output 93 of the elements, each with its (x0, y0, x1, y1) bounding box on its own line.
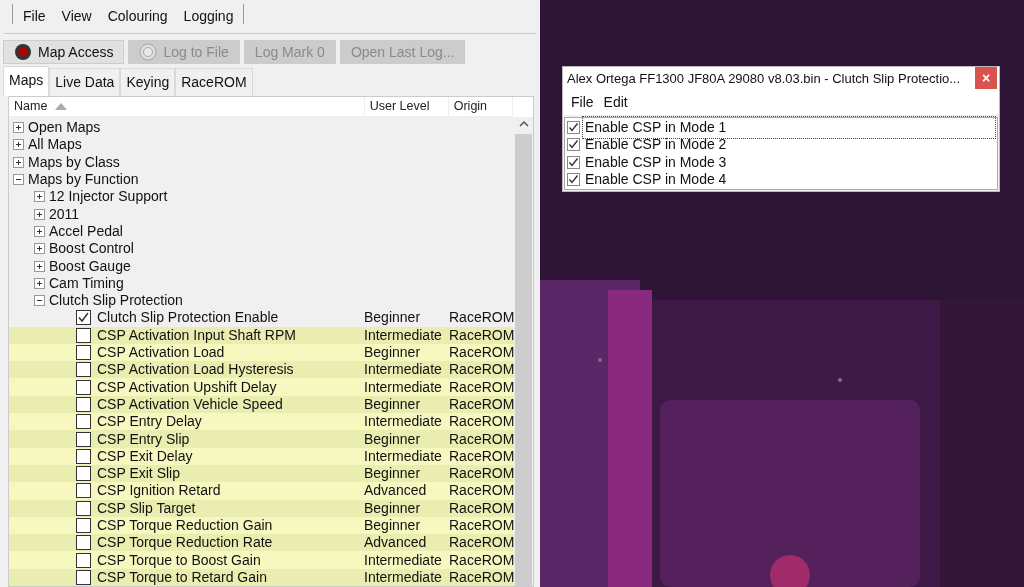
highlighted-row[interactable]: CSP Torque Reduction Rate Advanced RaceROM (9, 534, 514, 552)
checkbox[interactable] (76, 500, 91, 516)
table-cell-text: Intermediate (364, 377, 443, 397)
highlighted-row[interactable]: Clutch Slip Protection Enable Beginner RaceROM (9, 309, 514, 327)
expand-icon[interactable] (34, 225, 45, 237)
table-cell-text: RaceROM (449, 308, 514, 328)
table-cell-text: RaceROM (449, 360, 514, 380)
expand-icon[interactable] (13, 156, 24, 168)
checkbox[interactable] (76, 362, 91, 378)
close-button[interactable]: × (975, 67, 997, 90)
checkbox[interactable] (76, 569, 91, 585)
tab[interactable]: Keying (120, 68, 176, 96)
highlighted-row[interactable]: CSP Torque to Boost Gain Intermediate RaceROM (9, 551, 514, 569)
table-cell-text: RaceROM (449, 550, 514, 570)
column-label: User Level (369, 98, 430, 116)
table-cell-text: RaceROM (449, 533, 514, 553)
checkbox[interactable] (76, 310, 91, 326)
toolbar-button[interactable]: Map Access (3, 40, 125, 64)
checkbox[interactable] (76, 448, 91, 464)
table-cell-text: Intermediate (364, 325, 443, 345)
window-title: Alex Ortega FF1300 JF80A 29080 v8.03.bin - Clutch Slip Protectio... (567, 69, 962, 88)
table-cell-text: Intermediate (364, 567, 443, 586)
expand-icon[interactable] (34, 191, 45, 203)
collapse-icon[interactable] (34, 295, 45, 307)
table-cell-text: Beginner (364, 498, 422, 518)
menu-item[interactable]: Colouring (99, 4, 176, 29)
expand-icon[interactable] (13, 139, 24, 151)
checkbox[interactable] (76, 414, 91, 430)
table-cell-text: RaceROM (449, 412, 514, 432)
table-cell-text: RaceROM (449, 377, 514, 397)
highlighted-row[interactable]: CSP Entry Delay Intermediate RaceROM (9, 413, 514, 431)
table-cell-text: Intermediate (364, 360, 443, 380)
table-cell-text: RaceROM (449, 567, 514, 586)
highlighted-row[interactable]: CSP Ignition Retard Advanced RaceROM (9, 482, 514, 500)
menu-item[interactable]: File (571, 91, 594, 113)
table-cell-text: RaceROM (449, 394, 514, 414)
checkbox[interactable] (567, 155, 580, 169)
record-icon (139, 43, 158, 61)
table-cell-text: RaceROM (449, 343, 514, 362)
highlighted-row[interactable]: CSP Entry Slip Beginner RaceROM (9, 430, 514, 448)
table-cell-text: RaceROM (449, 325, 514, 345)
record-icon (14, 43, 32, 61)
checkbox[interactable] (76, 345, 91, 360)
checkbox[interactable] (76, 552, 91, 568)
tab[interactable]: Live Data (49, 68, 121, 96)
table-cell-text: Beginner (364, 308, 422, 328)
highlighted-row[interactable]: CSP Activation Input Shaft RPM Intermediate RaceROM (9, 326, 514, 344)
table-cell-text: Intermediate (364, 412, 443, 432)
table-cell-text: Advanced (364, 481, 428, 501)
checkbox[interactable] (76, 431, 91, 447)
table-cell-text: RaceROM (449, 464, 514, 484)
table-cell-text: RaceROM (449, 516, 514, 535)
table-cell-text: RaceROM (449, 498, 514, 518)
table-cell-text: RaceROM (449, 446, 514, 466)
checkbox[interactable] (76, 535, 91, 551)
checkbox[interactable] (76, 379, 91, 395)
checkbox[interactable] (76, 483, 91, 499)
expand-icon[interactable] (13, 122, 24, 134)
column-label: Origin (453, 98, 488, 116)
tab[interactable]: Maps (3, 66, 50, 96)
table-cell-text: RaceROM (449, 481, 514, 501)
checkbox[interactable] (567, 138, 580, 152)
table-cell-text: Beginner (364, 464, 422, 484)
checkbox[interactable] (76, 327, 91, 343)
column-header[interactable]: Name (9, 97, 365, 116)
column-header[interactable]: User Level (364, 97, 449, 116)
expand-icon[interactable] (34, 260, 45, 272)
expand-icon[interactable] (34, 208, 45, 220)
column-label: Name (14, 98, 48, 116)
expand-icon[interactable] (34, 243, 45, 255)
table-cell-text: Advanced (364, 533, 428, 553)
checkbox[interactable] (567, 172, 580, 186)
table-cell-text: Beginner (364, 394, 422, 414)
checkbox[interactable] (567, 120, 580, 134)
collapse-icon[interactable] (13, 174, 24, 186)
checkbox[interactable] (76, 396, 91, 412)
column-header[interactable]: Origin (448, 97, 513, 116)
table-cell-text: Beginner (364, 516, 422, 535)
tab[interactable]: RaceROM (175, 68, 253, 96)
menu-item[interactable]: Edit (603, 91, 628, 113)
expand-icon[interactable] (34, 277, 45, 289)
checkbox[interactable] (76, 466, 91, 482)
highlighted-row[interactable]: CSP Activation Upshift Delay Intermediate RaceROM (9, 378, 514, 396)
table-cell-text: RaceROM (449, 429, 514, 449)
checkbox[interactable] (76, 518, 91, 533)
table-cell-text: Beginner (364, 343, 422, 362)
table-cell-text: Intermediate (364, 447, 443, 466)
table-cell-text: Intermediate (364, 550, 443, 570)
menu-item[interactable]: Logging (175, 4, 242, 29)
menu-item[interactable]: View (53, 4, 100, 29)
table-cell-text: Beginner (364, 429, 422, 449)
highlighted-row[interactable]: CSP Activation Load Hysteresis Intermediate RaceROM (9, 361, 514, 379)
menu-item[interactable]: File (15, 4, 54, 29)
